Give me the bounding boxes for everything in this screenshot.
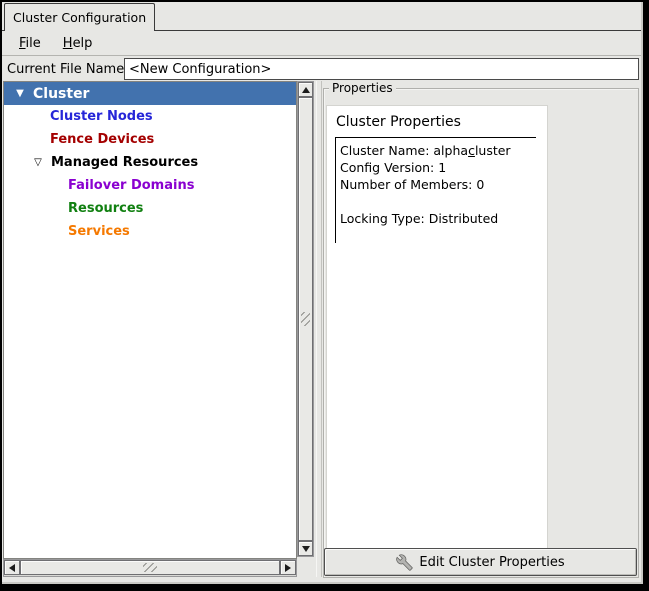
tree-item-managed-resources[interactable]: ▽ Managed Resources	[4, 151, 296, 174]
tree-item-label: Fence Devices	[50, 132, 154, 147]
wrench-icon	[396, 554, 413, 571]
menu-help-rest: elp	[73, 36, 93, 51]
arrow-left-icon	[9, 564, 15, 572]
number-of-members-value: Number of Members: 0	[340, 176, 536, 193]
edit-cluster-properties-button[interactable]: Edit Cluster Properties	[324, 548, 637, 576]
app-window: Cluster Configuration File Help Current …	[0, 0, 649, 591]
menu-help[interactable]: Help	[54, 34, 102, 53]
spacer	[340, 193, 536, 210]
menu-file[interactable]: File	[10, 34, 50, 53]
tree-item-cluster[interactable]: ▼ Cluster	[4, 82, 296, 105]
tree-item-services[interactable]: Services	[4, 220, 296, 243]
scroll-up-button[interactable]	[298, 82, 313, 97]
tree-item-cluster-nodes[interactable]: Cluster Nodes	[4, 105, 296, 128]
arrow-right-icon	[285, 564, 291, 572]
properties-values-box: Cluster Name: alphacluster Config Versio…	[335, 137, 536, 243]
tree-item-label: Resources	[68, 201, 143, 216]
cluster-name-value: Cluster Name: alphacluster	[340, 142, 536, 159]
menu-help-mnemonic: H	[63, 36, 73, 51]
expander-open-filled-icon[interactable]: ▼	[12, 82, 28, 105]
scroll-down-button[interactable]	[298, 541, 313, 556]
properties-card-title: Cluster Properties	[336, 114, 539, 130]
window-client-area: Cluster Configuration File Help Current …	[2, 2, 643, 584]
cluster-tree: ▼ Cluster Cluster Nodes Fence Devices ▽ …	[3, 81, 297, 559]
tree-item-failover-domains[interactable]: Failover Domains	[4, 174, 296, 197]
notebook-tab-bar: Cluster Configuration	[2, 2, 641, 31]
scrollbar-grip-icon	[301, 312, 310, 326]
current-file-row: Current File Name:	[2, 57, 641, 82]
menu-file-rest: ile	[26, 36, 41, 51]
scrollbar-grip-icon	[143, 563, 157, 572]
properties-panel: Properties Cluster Properties Cluster Na…	[323, 81, 640, 578]
cluster-name-mnemonic: c	[468, 143, 475, 158]
tab-cluster-configuration[interactable]: Cluster Configuration	[4, 3, 155, 31]
scroll-right-button[interactable]	[280, 560, 296, 575]
cluster-name-suffix: luster	[475, 143, 511, 158]
tree-item-fence-devices[interactable]: Fence Devices	[4, 128, 296, 151]
edit-button-label: Edit Cluster Properties	[419, 555, 564, 570]
locking-type-value: Locking Type: Distributed	[340, 210, 536, 227]
tree-item-label: Cluster Nodes	[50, 109, 153, 124]
vertical-scrollbar-thumb[interactable]	[298, 97, 313, 541]
pane-splitter[interactable]	[316, 81, 322, 577]
arrow-down-icon	[302, 546, 310, 552]
config-version-value: Config Version: 1	[340, 159, 536, 176]
tree-item-label: Failover Domains	[68, 178, 194, 193]
properties-card: Cluster Properties Cluster Name: alphacl…	[326, 105, 548, 553]
menubar: File Help	[2, 31, 641, 56]
tree-item-resources[interactable]: Resources	[4, 197, 296, 220]
properties-frame-label: Properties	[329, 81, 396, 96]
tree-item-label: Services	[68, 224, 130, 239]
tab-label: Cluster Configuration	[13, 10, 146, 25]
horizontal-scrollbar-thumb[interactable]	[20, 560, 280, 575]
tree-item-label: Managed Resources	[51, 155, 198, 170]
arrow-up-icon	[302, 87, 310, 93]
properties-frame: Cluster Properties Cluster Name: alphacl…	[323, 88, 639, 578]
tree-horizontal-scrollbar[interactable]	[3, 559, 297, 577]
expander-open-outline-icon[interactable]: ▽	[30, 151, 46, 174]
tree-vertical-scrollbar[interactable]	[297, 81, 314, 557]
current-file-input[interactable]	[124, 58, 639, 80]
scroll-left-button[interactable]	[4, 560, 20, 575]
tree-item-label: Cluster	[33, 86, 89, 102]
current-file-label: Current File Name:	[7, 62, 129, 77]
cluster-name-prefix: Cluster Name: alpha	[340, 143, 468, 158]
